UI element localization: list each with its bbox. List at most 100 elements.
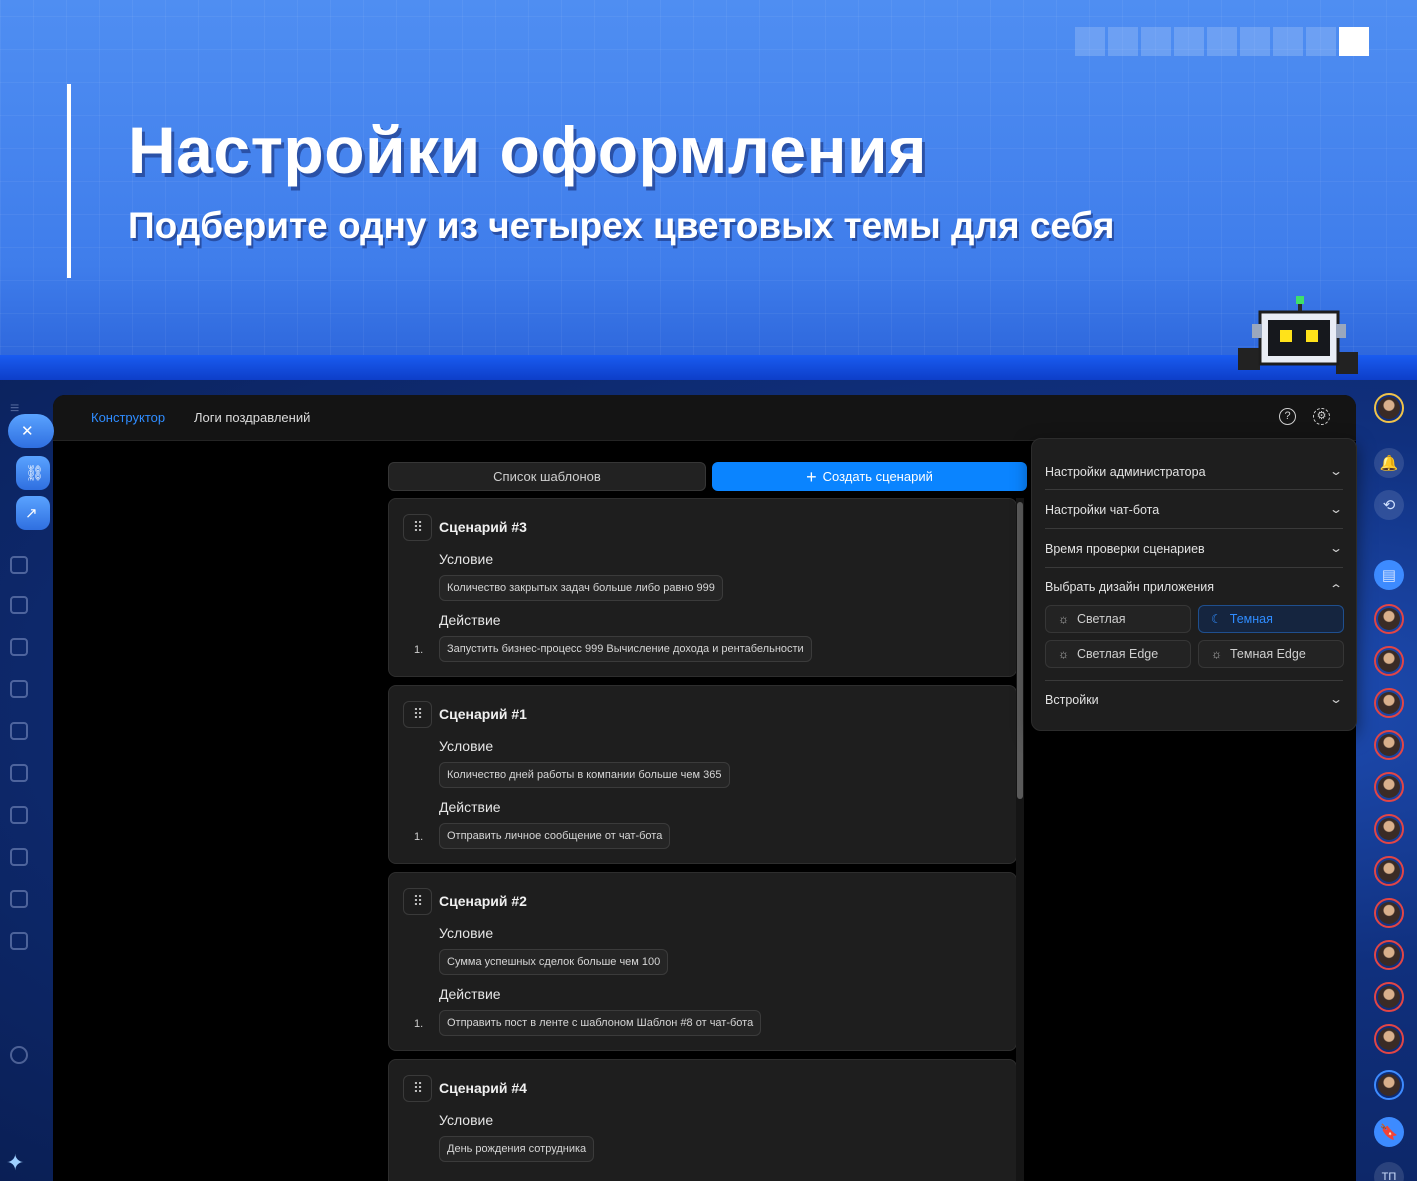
condition-chip[interactable]: Сумма успешных сделок больше чем 100 [439,949,669,975]
chevron-down-icon: ⌄ [1328,541,1344,555]
sidebar-item-projects[interactable] [10,596,28,614]
divider [1045,680,1343,681]
bell-icon[interactable]: 🔔 [1374,448,1404,478]
open-external-button[interactable]: ↗ [16,496,50,530]
scrollbar[interactable] [1016,498,1024,1181]
accordion-label: Настройки администратора [1045,465,1206,479]
support-badge[interactable]: ТП [1374,1162,1404,1181]
scenario-card: ⠿ Сценарий #2 Условие Сумма успешных сде… [388,872,1017,1051]
chat-search-icon[interactable]: ⟲ [1374,490,1404,520]
create-scenario-label: Создать сценарий [822,469,933,484]
sidebar-item-edit[interactable] [10,890,28,908]
condition-chip[interactable]: Количество дней работы в компании больше… [439,762,730,788]
moon-icon: ☾ [1211,612,1222,626]
chevron-up-icon: ⌃ [1328,582,1344,596]
condition-chip[interactable]: День рождения сотрудника [439,1136,595,1162]
scenario-title: Сценарий #1 [439,706,527,722]
accordion-label: Настройки чат-бота [1045,503,1160,517]
contact-avatar[interactable] [1374,646,1404,676]
accordion-embeds[interactable]: Встройки ⌄ [1045,692,1343,707]
action-number: 1. [414,1018,424,1030]
accordion-label: Встройки [1045,693,1099,707]
tab-constructor[interactable]: Конструктор [91,410,165,425]
sidebar-item-calendar[interactable] [10,722,28,740]
sidebar-item-docs[interactable] [10,638,28,656]
sidebar-item-contracts[interactable] [10,848,28,866]
scenario-title: Сценарий #4 [439,1080,527,1096]
right-rail: 🔔 ⟲ ▤ 🔖 ТП [1358,380,1417,1181]
sun-icon: ☼ [1058,612,1069,626]
contact-avatar[interactable] [1374,898,1404,928]
contact-avatar[interactable] [1374,856,1404,886]
close-icon: ✕ [21,423,34,440]
theme-label: Светлая [1077,612,1126,626]
user-avatar[interactable] [1374,393,1404,423]
condition-label: Условие [439,1112,494,1128]
divider [1045,567,1343,568]
templates-list-button[interactable]: Список шаблонов [388,462,706,491]
scenario-title: Сценарий #2 [439,893,527,909]
scrollbar-thumb[interactable] [1017,502,1023,799]
accordion-label: Время проверки сценариев [1045,542,1205,556]
robot-mascot-icon [1238,296,1358,374]
bookmark-icon[interactable]: 🔖 [1374,1117,1404,1147]
contact-avatar[interactable] [1374,604,1404,634]
scenario-card: ⠿ Сценарий #4 Условие День рождения сотр… [388,1059,1017,1181]
tab-greeting-logs[interactable]: Логи поздравлений [194,410,310,425]
pixel-decoration [1075,27,1369,56]
theme-light-button[interactable]: ☼ Светлая [1045,605,1191,633]
action-chip[interactable]: Отправить личное сообщение от чат-бота [439,823,671,849]
drag-handle-icon[interactable]: ⠿ [403,1075,432,1102]
theme-dark-button[interactable]: ☾ Темная [1198,605,1344,633]
messages-icon[interactable]: ▤ [1374,560,1404,590]
scenario-list: ⠿ Сценарий #3 Условие Количество закрыты… [388,498,1018,1181]
create-scenario-button[interactable]: + Создать сценарий [712,462,1027,491]
sun-icon: ☼ [1058,647,1069,661]
action-chip[interactable]: Запустить бизнес-процесс 999 Вычисление … [439,636,812,662]
action-chip[interactable]: Отправить пост в ленте с шаблоном Шаблон… [439,1010,762,1036]
condition-chip[interactable]: Количество закрытых задач больше либо ра… [439,575,723,601]
scenario-card: ⠿ Сценарий #1 Условие Количество дней ра… [388,685,1017,864]
sun-icon: ☼ [1211,647,1222,661]
sidebar-item-tasks[interactable] [10,556,28,574]
theme-label: Темная [1229,612,1273,626]
close-button[interactable]: ✕ [8,414,54,448]
contact-avatar[interactable] [1374,772,1404,802]
contact-avatar[interactable] [1374,940,1404,970]
gear-icon[interactable]: ⚙ [1313,408,1330,425]
plus-icon: + [806,467,817,487]
contact-avatar[interactable] [1374,982,1404,1012]
accordion-chatbot-settings[interactable]: Настройки чат-бота ⌄ [1045,502,1344,517]
theme-light-edge-button[interactable]: ☼ Светлая Edge [1045,640,1191,668]
link-icon: ⛓ [25,465,45,482]
contact-avatar[interactable] [1374,814,1404,844]
contact-avatar[interactable] [1374,688,1404,718]
theme-label: Светлая Edge [1077,647,1159,661]
top-navigation: Конструктор Логи поздравлений ? ⚙ [53,395,1356,441]
accordion-label: Выбрать дизайн приложения [1045,580,1215,594]
theme-dark-edge-button[interactable]: ☼ Темная Edge [1198,640,1344,668]
drag-handle-icon[interactable]: ⠿ [403,888,432,915]
accordion-app-design[interactable]: Выбрать дизайн приложения ⌃ [1045,580,1344,596]
drag-handle-icon[interactable]: ⠿ [403,514,432,541]
sidebar-item-crm[interactable] [10,806,28,824]
sidebar-item-analytics[interactable] [10,764,28,782]
copy-link-button[interactable]: ⛓ [16,456,50,490]
sidebar-item-bots[interactable] [10,932,28,950]
chevron-down-icon: ⌄ [1328,502,1344,516]
question-circle-icon[interactable]: ? [1279,408,1296,425]
accordion-check-time[interactable]: Время проверки сценариев ⌄ [1045,541,1344,556]
drag-handle-icon[interactable]: ⠿ [403,701,432,728]
scenario-card: ⠿ Сценарий #3 Условие Количество закрыты… [388,498,1017,677]
accordion-admin-settings[interactable]: Настройки администратора ⌄ [1045,464,1343,479]
action-number: 1. [414,831,424,843]
contact-avatar[interactable] [1374,1024,1404,1054]
contact-avatar[interactable] [1374,1070,1404,1100]
condition-label: Условие [439,738,494,754]
sidebar-item-presentations[interactable] [10,680,28,698]
ai-assistant-icon[interactable]: ✦ [6,1150,32,1176]
sidebar-item-settings[interactable] [10,1046,28,1064]
action-number: 1. [414,644,424,656]
contact-avatar[interactable] [1374,730,1404,760]
divider [1045,489,1343,490]
